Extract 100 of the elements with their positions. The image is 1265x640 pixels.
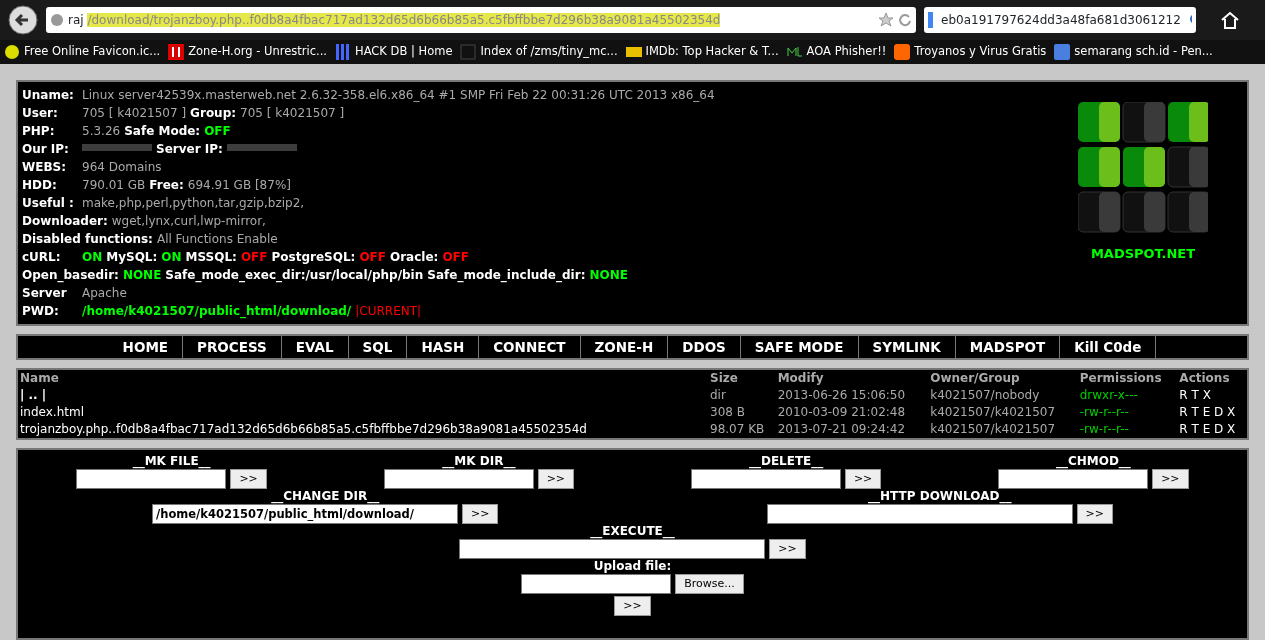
- table-cell-text: 2013-06-26 15:06:50: [776, 387, 907, 404]
- column-header: Actions: [1178, 370, 1231, 387]
- bookmark[interactable]: HACK DB | Home: [335, 43, 453, 61]
- info-text: 705 [ k4021507 ]: [240, 105, 345, 122]
- form-label: __CHANGE DIR__: [271, 489, 380, 504]
- submit-button[interactable]: >>: [614, 596, 651, 616]
- search-engine-icon[interactable]: [928, 12, 934, 28]
- info-text: Server: [22, 285, 68, 302]
- file-link[interactable]: index.html: [18, 404, 708, 421]
- info-text: |CURRENT|: [355, 303, 422, 320]
- menu-link[interactable]: SQL: [348, 336, 408, 358]
- info-text: 790.01 GB: [82, 177, 146, 194]
- table-cell-text: 98.07 KB: [709, 421, 766, 438]
- menu-link[interactable]: EVAL: [281, 336, 349, 358]
- back-icon[interactable]: [8, 5, 38, 35]
- bookmark[interactable]: AOA Phisher!!: [786, 43, 887, 61]
- info-text: OFF: [204, 123, 231, 140]
- submit-button[interactable]: >>: [1076, 504, 1113, 524]
- bookmark[interactable]: semarang sch.id - Pen...: [1054, 43, 1213, 61]
- bookmark-icon: [168, 44, 185, 60]
- submit-button[interactable]: >>: [1152, 469, 1189, 489]
- text-field[interactable]: [459, 539, 766, 559]
- text-field[interactable]: [383, 469, 534, 489]
- text-field[interactable]: [690, 469, 841, 489]
- file-actions[interactable]: R T E D X: [1177, 404, 1247, 421]
- file-actions[interactable]: R T X: [1177, 387, 1247, 404]
- text-field[interactable]: [766, 504, 1073, 524]
- menu-link[interactable]: ZONE-H: [580, 336, 669, 358]
- bookmark-icon: [625, 44, 642, 60]
- info-text: NONE: [122, 267, 162, 284]
- info-text: 694.91 GB [87%]: [187, 177, 291, 194]
- info-text: Safe_mode_include_dir:: [427, 267, 586, 284]
- info-text: Group:: [190, 105, 237, 122]
- info-text: Free:: [149, 177, 184, 194]
- info-text: Apache: [82, 285, 127, 302]
- info-text: ON: [161, 249, 182, 266]
- menu-link[interactable]: SAFE MODE: [740, 336, 859, 358]
- bookmark[interactable]: Zone-H.org - Unrestric...: [168, 43, 328, 61]
- info-text: OFF: [240, 249, 268, 266]
- url-field[interactable]: raj /download/trojanzboy.php..f0db8a4fbac717ad132d65d6b66b85a5.c5fbffbbe7d296b38a9081a45502354d: [46, 7, 916, 33]
- file-link[interactable]: | .. |: [18, 387, 708, 404]
- form-label: Upload file:: [593, 559, 672, 574]
- menu-link[interactable]: Kill C0de: [1060, 336, 1157, 358]
- info-text: /home/k4021507/public_html/download/: [82, 303, 352, 320]
- info-text: Open_basedir:: [22, 267, 119, 284]
- menu-link[interactable]: HOME: [108, 336, 184, 358]
- text-field[interactable]: [76, 469, 227, 489]
- menu-link[interactable]: SYMLINK: [858, 336, 956, 358]
- text-field[interactable]: [998, 469, 1149, 489]
- menu-link[interactable]: DDOS: [668, 336, 741, 358]
- menu-link[interactable]: HASH: [407, 336, 480, 358]
- file-field[interactable]: [521, 574, 672, 594]
- bookmark[interactable]: Troyanos y Virus Gratis: [894, 43, 1047, 61]
- column-header: Owner/Group: [929, 370, 1021, 387]
- form-label: __MK FILE__: [132, 454, 211, 469]
- table-cell-text: 2013-07-21 09:24:42: [776, 421, 907, 438]
- table-cell-text: -rw-r--r--: [1078, 421, 1130, 438]
- bookmark[interactable]: Free Online Favicon.ic...: [4, 43, 161, 61]
- bookmark[interactable]: IMDb: Top Hacker & T...: [625, 43, 779, 61]
- reload-icon[interactable]: [898, 13, 912, 27]
- submit-button[interactable]: >>: [462, 504, 499, 524]
- menu-link[interactable]: MADSPOT: [955, 336, 1061, 358]
- info-text: cURL:: [22, 249, 62, 266]
- url-text: raj /download/trojanzboy.php..f0db8a4fbac717ad132d65d6b66b85a5.c5fbffbbe7d296b38a9081a45502354d: [68, 12, 721, 29]
- file-actions[interactable]: R T E D X: [1177, 421, 1247, 438]
- bookmark-icon: [4, 44, 20, 60]
- info-text: ON: [82, 249, 103, 266]
- info-text: 964 Domains: [82, 159, 162, 176]
- form-label: __MK DIR__: [442, 454, 516, 469]
- info-text: OFF: [359, 249, 386, 266]
- search-field[interactable]: eb0a191797624dd3a48fa681d3061212: [924, 7, 1196, 33]
- info-text: MySQL:: [106, 249, 158, 266]
- bookmark[interactable]: Index of /zms/tiny_mc...: [460, 43, 618, 61]
- info-text: Oracle:: [390, 249, 439, 266]
- submit-button[interactable]: >>: [537, 469, 575, 489]
- submit-button[interactable]: >>: [230, 469, 267, 489]
- home-icon[interactable]: [1220, 11, 1240, 29]
- browse-button[interactable]: Browse...: [675, 574, 744, 594]
- bookmark-icon: [1054, 44, 1071, 60]
- bookmark-icon: [460, 44, 477, 60]
- column-header: Permissions: [1078, 370, 1163, 387]
- info-text: 5.3.26: [82, 123, 121, 140]
- star-icon[interactable]: [878, 12, 894, 28]
- info-text: NONE: [589, 267, 628, 284]
- info-text: MSSQL:: [185, 249, 237, 266]
- menu-link[interactable]: PROCESS: [183, 336, 282, 358]
- info-text: User:: [22, 105, 59, 122]
- info-text: Downloader:: [22, 213, 108, 230]
- info-text: make,php,perl,python,tar,gzip,bzip2,: [82, 195, 305, 212]
- info-text: HDD:: [22, 177, 58, 194]
- file-link[interactable]: trojanzboy.php..f0db8a4fbac717ad132d65d6b66b85a5.c5fbffbbe7d296b38a9081a45502354d: [18, 421, 708, 438]
- table-cell-text: dir: [709, 387, 727, 404]
- text-field[interactable]: /home/k4021507/public_html/download/: [152, 504, 459, 524]
- submit-button[interactable]: >>: [844, 469, 882, 489]
- info-text: Our IP:: [22, 141, 70, 158]
- menu-link[interactable]: CONNECT: [479, 336, 581, 358]
- bookmark-icon: [335, 44, 352, 60]
- table-cell-text: drwxr-x---: [1078, 387, 1139, 404]
- info-text: OFF: [442, 249, 469, 266]
- submit-button[interactable]: >>: [769, 539, 806, 559]
